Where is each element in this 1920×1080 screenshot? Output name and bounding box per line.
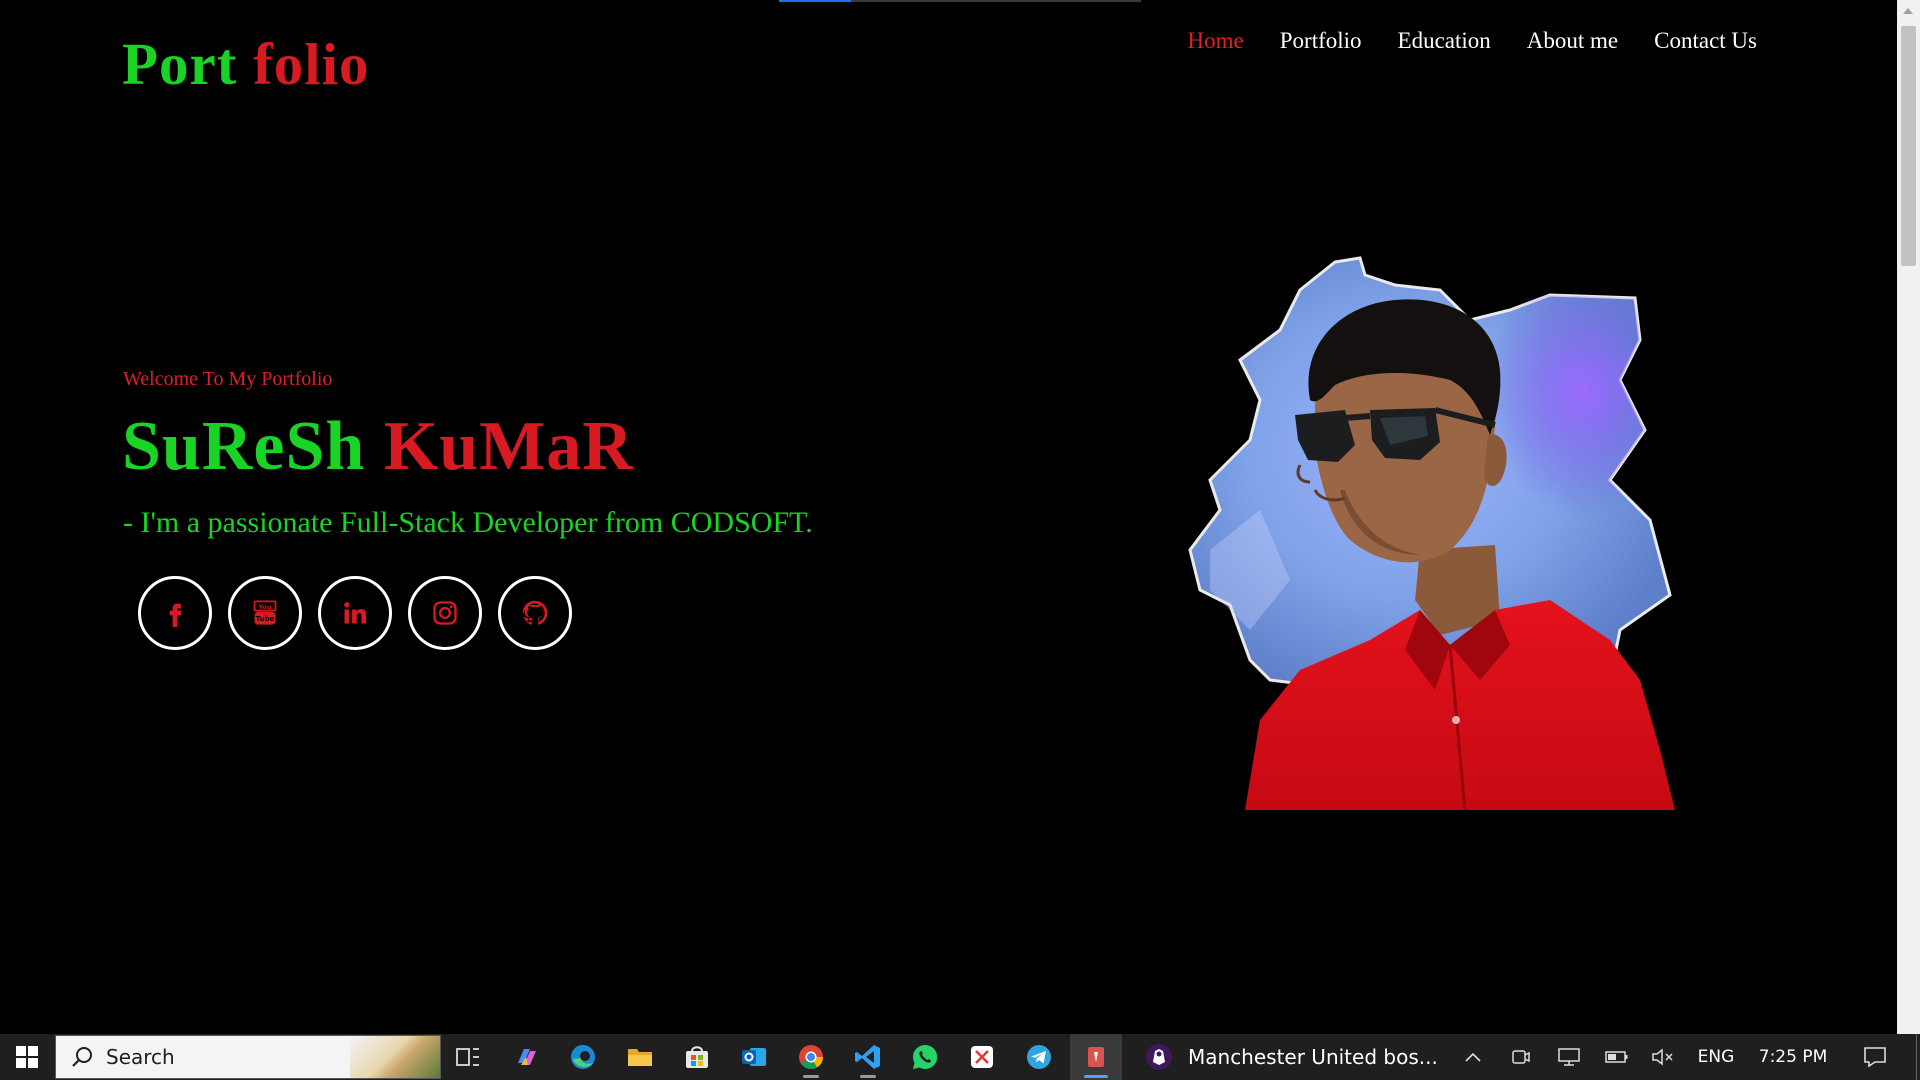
windows-taskbar: Search Manchester United bos... ENG 7:25… — [0, 1034, 1920, 1080]
file-explorer-app[interactable] — [614, 1034, 666, 1080]
screenshot-app-icon — [971, 1046, 993, 1068]
page-load-progress — [779, 0, 1141, 2]
taskbar-search-box[interactable]: Search — [55, 1035, 441, 1079]
logo-part-port: Port — [122, 31, 238, 97]
edge-icon — [571, 1045, 595, 1069]
browser-viewport: Port folio Home Portfolio Education Abou… — [0, 0, 1897, 1034]
facebook-link[interactable] — [138, 576, 212, 650]
copilot-app[interactable] — [500, 1034, 552, 1080]
name-first: SuReSh — [122, 408, 366, 485]
vscode-icon — [855, 1045, 880, 1069]
whatsapp-icon — [913, 1044, 938, 1069]
active-app[interactable] — [1070, 1034, 1122, 1080]
nav-home[interactable]: Home — [1188, 28, 1244, 54]
svg-text:Tube: Tube — [256, 615, 275, 623]
instagram-icon — [433, 601, 457, 625]
camera-icon — [1512, 1050, 1530, 1064]
show-desktop-button[interactable] — [1916, 1034, 1920, 1080]
svg-text:You: You — [257, 603, 271, 611]
battery-status[interactable] — [1601, 1034, 1633, 1080]
linkedin-icon — [344, 602, 367, 624]
volume-control[interactable] — [1647, 1034, 1679, 1080]
outlook-app[interactable] — [728, 1034, 780, 1080]
store-app[interactable] — [671, 1034, 723, 1080]
start-button[interactable] — [0, 1034, 54, 1080]
search-placeholder: Search — [106, 1045, 175, 1069]
chrome-icon — [799, 1045, 823, 1070]
github-icon — [522, 600, 548, 625]
notification-center[interactable] — [1850, 1034, 1900, 1080]
windows-logo-icon — [16, 1046, 38, 1068]
system-clock[interactable]: 7:25 PM — [1748, 1034, 1838, 1080]
network-status[interactable] — [1553, 1034, 1585, 1080]
language-indicator[interactable]: ENG — [1692, 1034, 1740, 1080]
instagram-link[interactable] — [408, 576, 482, 650]
chevron-up-icon — [1465, 1052, 1481, 1062]
battery-icon — [1605, 1051, 1628, 1063]
screenshot-app[interactable] — [956, 1034, 1008, 1080]
hero-tagline: - I'm a passionate Full-Stack Developer … — [123, 506, 813, 539]
active-app-icon — [1088, 1047, 1104, 1067]
welcome-text: Welcome To My Portfolio — [123, 368, 333, 390]
linkedin-link[interactable] — [318, 576, 392, 650]
nav-contact-us[interactable]: Contact Us — [1654, 28, 1757, 54]
scrollbar-thumb[interactable] — [1901, 26, 1916, 266]
telegram-app[interactable] — [1013, 1034, 1065, 1080]
page-scrollbar[interactable] — [1897, 0, 1920, 1034]
main-nav: Home Portfolio Education About me Contac… — [1188, 28, 1757, 54]
chrome-app[interactable] — [785, 1034, 837, 1080]
hero-name: SuReSh KuMaR — [122, 407, 634, 487]
logo-part-folio: folio — [253, 31, 370, 97]
volume-muted-icon — [1652, 1048, 1673, 1066]
name-last: KuMaR — [383, 408, 634, 485]
notification-icon — [1864, 1047, 1886, 1068]
show-hidden-icons[interactable] — [1458, 1034, 1488, 1080]
network-icon — [1558, 1048, 1580, 1066]
edge-app[interactable] — [557, 1034, 609, 1080]
meet-now-button[interactable] — [1506, 1034, 1536, 1080]
file-explorer-icon — [628, 1049, 652, 1066]
nav-portfolio[interactable]: Portfolio — [1280, 28, 1362, 54]
search-highlight-image — [350, 1036, 440, 1078]
premier-league-icon — [1146, 1044, 1172, 1070]
outlook-icon — [742, 1048, 766, 1066]
store-icon — [686, 1046, 708, 1068]
youtube-link[interactable]: You Tube — [228, 576, 302, 650]
profile-photo — [1188, 256, 1675, 810]
news-headline: Manchester United bos... — [1188, 1045, 1438, 1069]
github-link[interactable] — [498, 576, 572, 650]
facebook-icon — [169, 603, 182, 627]
search-icon — [72, 1047, 92, 1067]
telegram-icon — [1027, 1045, 1051, 1069]
vscode-app[interactable] — [842, 1034, 894, 1080]
news-widget[interactable]: Manchester United bos... — [1144, 1034, 1444, 1080]
scroll-up-arrow-icon[interactable] — [1903, 8, 1913, 14]
youtube-icon: You Tube — [253, 600, 277, 625]
site-logo[interactable]: Port folio — [122, 30, 370, 99]
task-view-button[interactable] — [442, 1034, 494, 1080]
task-view-icon — [456, 1048, 479, 1066]
nav-education[interactable]: Education — [1398, 28, 1491, 54]
whatsapp-app[interactable] — [899, 1034, 951, 1080]
copilot-icon — [518, 1049, 536, 1065]
social-links: You Tube — [138, 576, 572, 650]
nav-about-me[interactable]: About me — [1527, 28, 1618, 54]
